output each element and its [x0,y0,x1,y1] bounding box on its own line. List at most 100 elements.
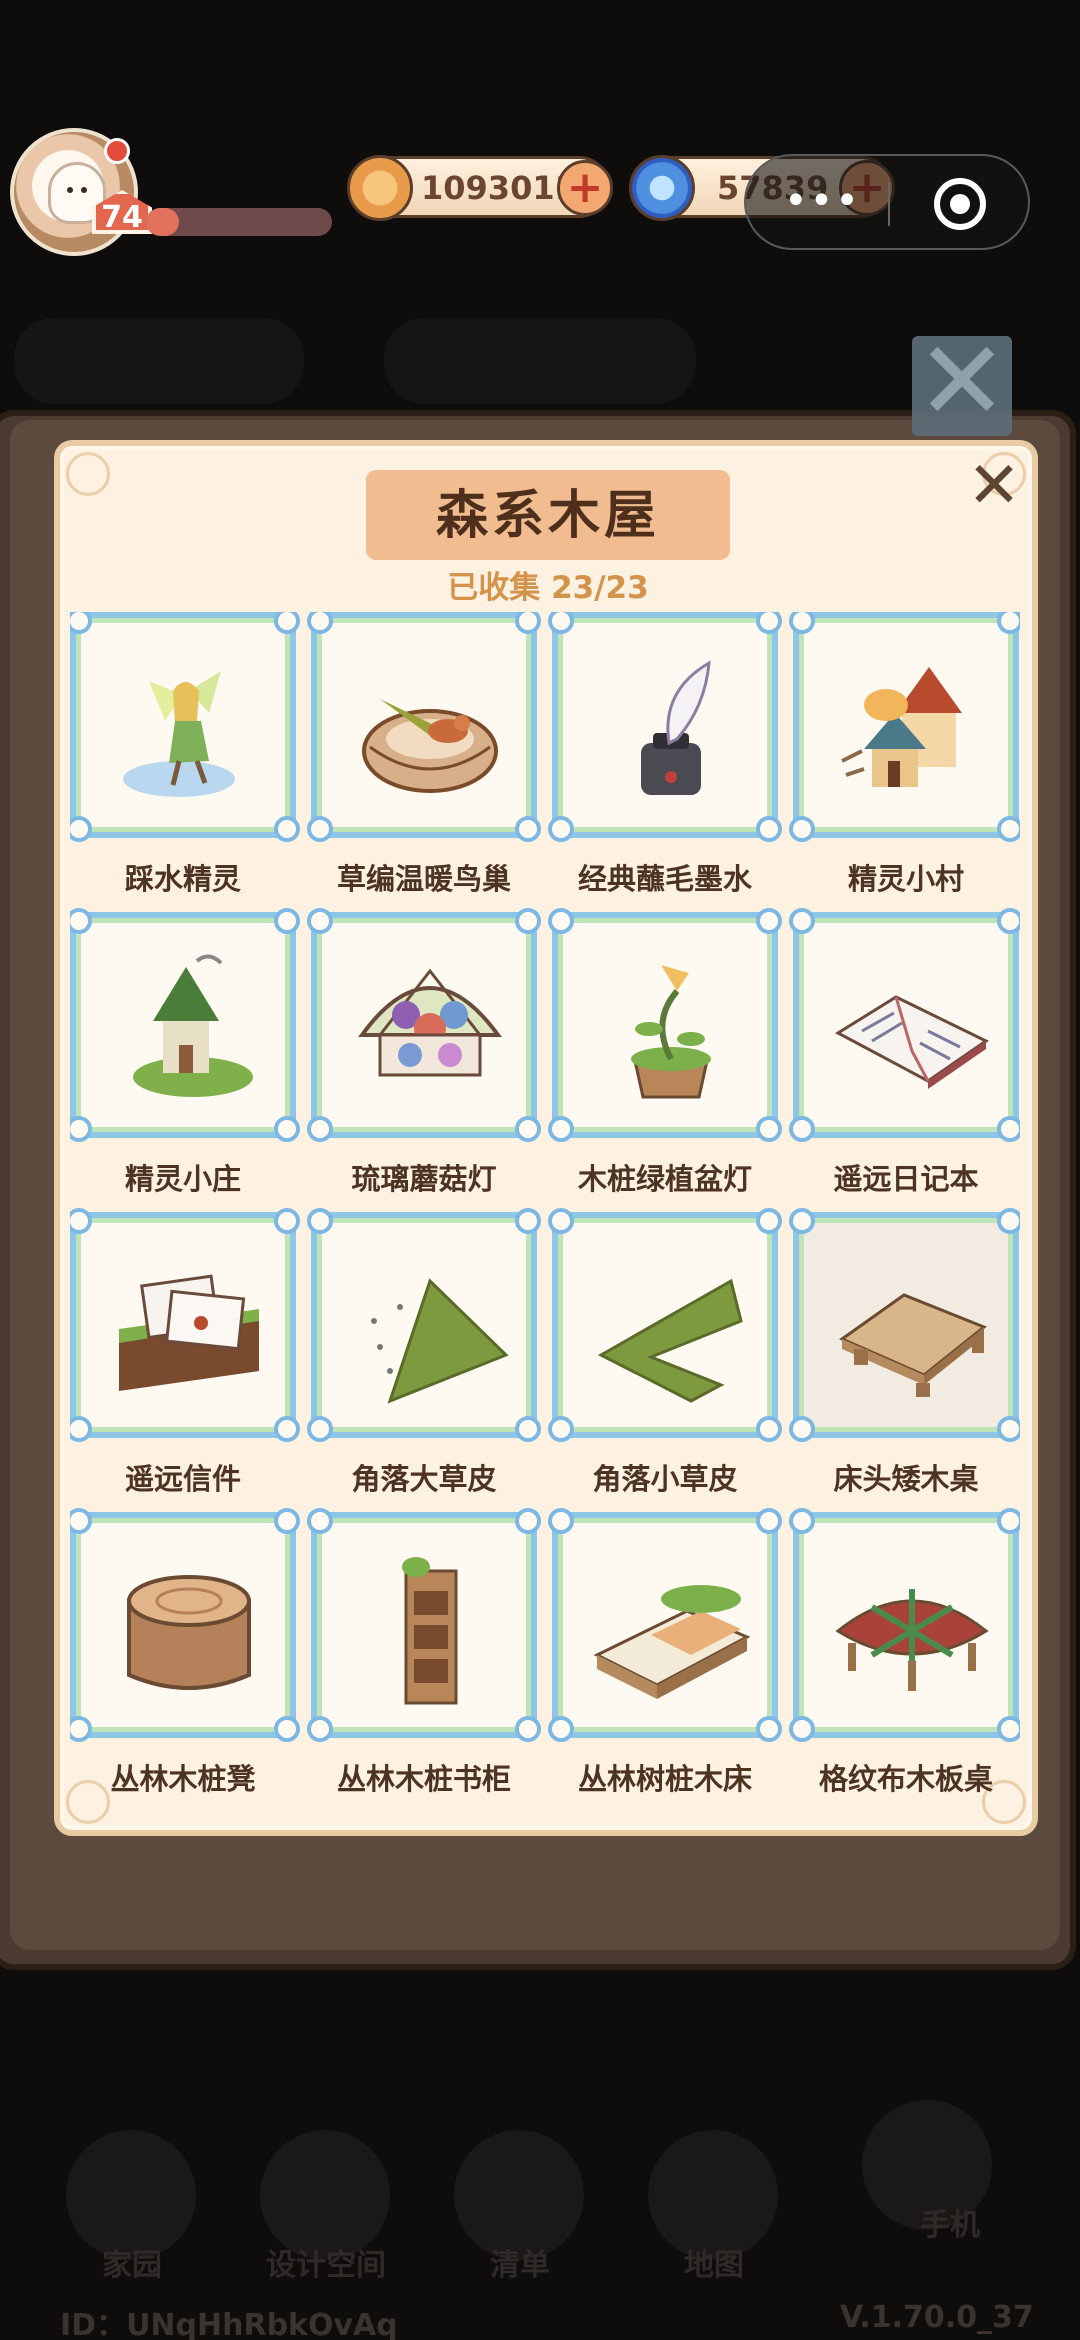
collection-item[interactable]: 木桩绿植盆灯 [548,908,782,1212]
bow-ornament [307,1508,333,1534]
nav-label-map: 地图 [684,2248,744,2283]
bow-ornament [548,816,574,842]
notification-dot [104,138,130,164]
bow-ornament [274,1716,300,1742]
collection-item[interactable]: 踩水精灵 [70,612,300,912]
collection-item[interactable]: 丛林木桩凳 [70,1508,300,1812]
collection-item[interactable]: 床头矮木桌 [789,1208,1020,1512]
background-close-icon: ✕ [912,326,1012,436]
bird-nest-icon [350,651,510,811]
item-grid: 踩水精灵 草编温暖鸟巢 经典蘸毛墨水 精灵小村精灵小庄 琉璃蘑菇灯 木桩绿植盆灯 遥远日记本… [70,612,1020,1820]
collection-item[interactable]: 丛林木桩书柜 [307,1508,541,1812]
stump-bed-icon [591,1551,751,1711]
item-label: 丛林树桩木床 [577,1762,752,1796]
item-frame [548,612,782,842]
bow-ornament [548,908,574,934]
item-label: 角落大草皮 [351,1462,497,1496]
version-label: V.1.70.0_37 [840,2300,1034,2335]
bow-ornament [548,612,574,634]
item-frame [307,612,541,842]
item-label: 精灵小村 [847,862,964,896]
bow-ornament [789,1208,815,1234]
large-grass-icon [350,1251,510,1411]
bow-ornament [548,1716,574,1742]
item-frame [307,908,541,1142]
bow-ornament [515,1116,541,1142]
collection-item[interactable]: 草编温暖鸟巢 [307,612,541,912]
collection-item[interactable]: 经典蘸毛墨水 [548,612,782,912]
bow-ornament [756,1208,782,1234]
bow-ornament [756,1716,782,1742]
bow-ornament [515,1716,541,1742]
item-label: 木桩绿植盆灯 [577,1162,752,1196]
bow-ornament [274,1416,300,1442]
letters-icon [109,1251,269,1411]
more-menu-button[interactable]: ••• [784,181,861,221]
xp-bar [146,208,332,236]
item-label: 遥远日记本 [833,1162,979,1196]
bow-ornament [70,908,92,934]
coin-icon [347,155,413,221]
xp-bar-fill [146,208,180,236]
corner-ornament [66,452,110,496]
bow-ornament [789,1716,815,1742]
item-label: 草编温暖鸟巢 [336,862,511,896]
bow-ornament [997,612,1020,634]
bow-ornament [515,1208,541,1234]
item-label: 丛林木桩书柜 [336,1762,511,1796]
bow-ornament [997,1716,1020,1742]
collection-item[interactable]: 遥远信件 [70,1208,300,1512]
bow-ornament [515,1416,541,1442]
bow-ornament [515,612,541,634]
item-label: 格纹布木板桌 [818,1762,993,1796]
bow-ornament [997,1508,1020,1534]
bow-ornament [997,1116,1020,1142]
bow-ornament [274,816,300,842]
bow-ornament [70,1416,92,1442]
bow-ornament [997,1416,1020,1442]
collection-item[interactable]: 角落小草皮 [548,1208,782,1512]
collection-item[interactable]: 精灵小庄 [70,908,300,1212]
collection-item[interactable]: 格纹布木板桌 [789,1508,1020,1812]
collection-item[interactable]: 遥远日记本 [789,908,1020,1212]
player-id: ID：UNqHhRbkOvAq [60,2308,398,2340]
item-frame [789,908,1020,1142]
bow-ornament [515,908,541,934]
mushroom-lamp-icon [350,951,510,1111]
bow-ornament [756,1416,782,1442]
bow-ornament [70,816,92,842]
bow-ornament [274,1208,300,1234]
nav-label-design: 设计空间 [266,2248,386,2283]
bow-ornament [70,1116,92,1142]
close-program-button[interactable] [934,178,986,230]
plaid-table-icon [832,1551,992,1711]
bow-ornament [756,816,782,842]
quill-ink-icon [591,651,751,811]
coin-value: 1093011 [421,169,577,207]
item-label: 遥远信件 [124,1462,241,1496]
bow-ornament [70,1508,92,1534]
item-frame [548,1208,782,1442]
item-frame [789,612,1020,842]
stump-stool-icon [109,1551,269,1711]
collection-item[interactable]: 丛林树桩木床 [548,1508,782,1812]
nav-label-list: 清单 [490,2248,550,2283]
gem-icon [629,155,695,221]
close-button[interactable]: ✕ [962,454,1026,520]
bow-ornament [70,612,92,634]
item-frame [70,612,300,842]
collection-item[interactable]: 精灵小村 [789,612,1020,912]
item-frame [548,908,782,1142]
item-label: 经典蘸毛墨水 [577,862,752,896]
bow-ornament [274,908,300,934]
small-grass-icon [591,1251,751,1411]
item-frame [307,1208,541,1442]
bow-ornament [307,1116,333,1142]
item-frame [70,1208,300,1442]
collection-item[interactable]: 琉璃蘑菇灯 [307,908,541,1212]
add-coins-button[interactable]: + [557,160,613,216]
item-frame [307,1508,541,1742]
background-toolbar [14,318,304,404]
bow-ornament [997,1208,1020,1234]
collection-item[interactable]: 角落大草皮 [307,1208,541,1512]
